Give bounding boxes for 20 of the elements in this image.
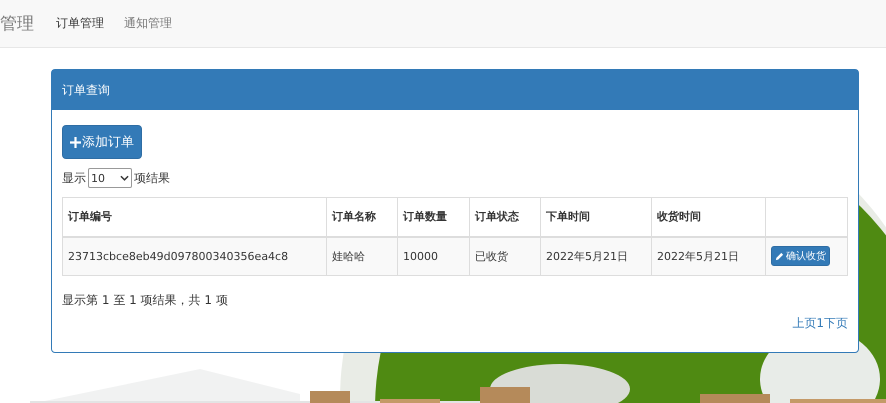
nav-link[interactable]: 通知管理	[124, 15, 172, 32]
nav-link[interactable]: 订单管理	[56, 15, 104, 32]
table-info: 显示第 1 至 1 项结果，共 1 项	[62, 292, 229, 309]
pagination-link[interactable]: 上页1下页	[792, 315, 848, 332]
table-cell: 23713cbce8eb49d097800340356ea4c8	[62, 236, 326, 276]
panel-title: 订单查询	[62, 82, 110, 98]
pencil-icon	[775, 252, 784, 261]
brand-title[interactable]: 管理	[0, 12, 34, 35]
table-cell: 2022年5月21日	[540, 236, 652, 276]
table-cell: 10000	[398, 236, 470, 276]
table-cell: 2022年5月21日	[652, 236, 766, 276]
table-cell: 已收货	[470, 236, 540, 276]
plus-icon	[70, 136, 81, 148]
length-label: 显示	[62, 170, 86, 186]
confirm-receipt-button[interactable]: 确认收货	[771, 246, 830, 266]
chevron-down-icon	[120, 175, 129, 181]
length-label: 项结果	[134, 170, 170, 186]
page-size-select[interactable]: 10	[88, 168, 132, 188]
table-cell: 娃哈哈	[326, 236, 398, 276]
add-order-button[interactable]: 添加订单	[62, 125, 142, 159]
